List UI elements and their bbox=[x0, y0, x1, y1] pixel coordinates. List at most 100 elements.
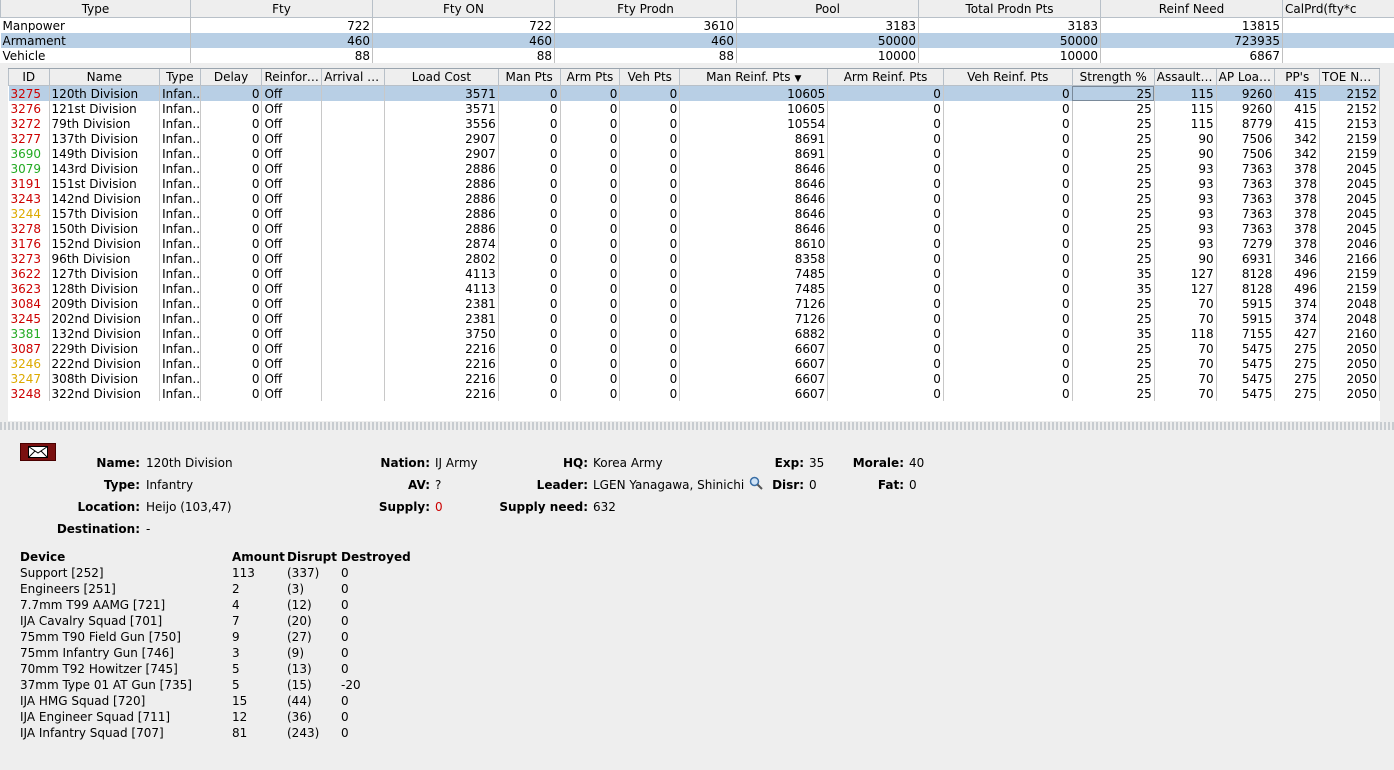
table-cell-veh: 0 bbox=[619, 326, 681, 341]
summary-col-fty[interactable]: Fty bbox=[190, 0, 373, 18]
split-pane-divider[interactable] bbox=[0, 422, 1394, 430]
table-cell-veh: 0 bbox=[619, 161, 681, 176]
units-col-header[interactable]: Assault V... bbox=[1153, 69, 1217, 86]
table-row[interactable]: 3245 202nd Division Infan... 0 Off 2381 0 0 0 712… bbox=[8, 311, 1380, 326]
table-cell-toe: 2152 bbox=[1319, 85, 1380, 101]
table-row[interactable]: 3084 209th Division Infan... 0 Off 2381 0 0 0 712… bbox=[8, 296, 1380, 311]
table-row[interactable]: 3276 121st Division Infan... 0 Off 3571 0 0 0 106… bbox=[8, 101, 1380, 116]
table-cell-load: 2907 bbox=[384, 146, 499, 161]
table-row[interactable]: 3275 120th Division Infan... 0 Off 3571 0 0 0 106… bbox=[8, 85, 1380, 101]
table-cell-name: 202nd Division bbox=[49, 311, 161, 326]
table-cell-str: 25 bbox=[1072, 371, 1155, 386]
table-cell-arm: 0 bbox=[560, 236, 621, 251]
table-cell-pp: 496 bbox=[1274, 281, 1321, 296]
table-row[interactable]: 3246 222nd Division Infan... 0 Off 2216 0 0 0 660… bbox=[8, 356, 1380, 371]
device-cell: 7 bbox=[232, 614, 240, 628]
table-row[interactable]: 3087 229th Division Infan... 0 Off 2216 0 0 0 660… bbox=[8, 341, 1380, 356]
table-cell-pp: 415 bbox=[1274, 85, 1321, 101]
table-cell-veh: 0 bbox=[619, 356, 681, 371]
vertical-scrollbar[interactable] bbox=[1380, 68, 1394, 420]
table-cell-delay: 0 bbox=[200, 326, 263, 341]
table-cell-reinf: Off bbox=[261, 206, 323, 221]
table-cell-reinf: Off bbox=[261, 326, 323, 341]
units-col-header[interactable]: TOE Num bbox=[1319, 69, 1380, 86]
summary-col-reinf-need[interactable]: Reinf Need bbox=[1100, 0, 1283, 18]
table-row[interactable]: 3248 322nd Division Infan... 0 Off 2216 0 0 0 660… bbox=[8, 386, 1380, 401]
summary-row[interactable]: Armament 460 460 460 50000 50000 723935 bbox=[0, 33, 1394, 48]
table-row[interactable]: 3176 152nd Division Infan... 0 Off 2874 0 0 0 861… bbox=[8, 236, 1380, 251]
table-row[interactable]: 3277 137th Division Infan... 0 Off 2907 0 0 0 869… bbox=[8, 131, 1380, 146]
list-item: IJA Engineer Squad [711] 12 (36) 0 bbox=[20, 709, 421, 725]
table-cell-reinf: Off bbox=[261, 311, 323, 326]
table-row[interactable]: 3273 96th Division Infan... 0 Off 2802 0 0 0 8358… bbox=[8, 251, 1380, 266]
table-row[interactable]: 3244 157th Division Infan... 0 Off 2886 0 0 0 864… bbox=[8, 206, 1380, 221]
table-row[interactable]: 3079 143rd Division Infan... 0 Off 2886 0 0 0 864… bbox=[8, 161, 1380, 176]
units-col-header[interactable]: Veh Pts bbox=[619, 69, 681, 86]
units-table-scroll[interactable]: ID Name Type Delay Reinforce Arrival Port Load… bbox=[8, 68, 1380, 421]
table-row[interactable]: 3278 150th Division Infan... 0 Off 2886 0 0 0 864… bbox=[8, 221, 1380, 236]
table-cell-man: 0 bbox=[498, 191, 561, 206]
summary-row[interactable]: Vehicle 88 88 88 10000 10000 6867 bbox=[0, 48, 1394, 63]
summary-col-pool[interactable]: Pool bbox=[736, 0, 919, 18]
table-cell-av: 127 bbox=[1154, 266, 1217, 281]
units-col-header[interactable]: Arrival Port bbox=[321, 69, 386, 86]
table-cell-man: 0 bbox=[498, 161, 561, 176]
units-col-header[interactable]: Strength % bbox=[1071, 69, 1155, 86]
summary-col-fty-prodn[interactable]: Fty Prodn bbox=[554, 0, 737, 18]
units-col-header[interactable]: Veh Reinf. Pts bbox=[942, 69, 1073, 86]
table-cell-load: 2381 bbox=[384, 296, 499, 311]
units-col-header[interactable]: Load Cost bbox=[384, 69, 499, 86]
device-cell: 0 bbox=[341, 582, 349, 596]
units-col-header[interactable]: Man Pts bbox=[497, 69, 561, 86]
table-cell-reinf: Off bbox=[261, 386, 323, 401]
units-col-header[interactable]: Name bbox=[48, 69, 161, 86]
units-col-header[interactable]: AP Load ... bbox=[1215, 69, 1276, 86]
table-row[interactable]: 3272 79th Division Infan... 0 Off 3556 0 0 0 1055… bbox=[8, 116, 1380, 131]
units-col-header[interactable]: ID bbox=[8, 69, 50, 86]
table-cell-load: 3556 bbox=[384, 116, 499, 131]
table-cell-man: 0 bbox=[498, 176, 561, 191]
table-cell-vr: 0 bbox=[943, 85, 1073, 101]
units-col-header[interactable]: PP's bbox=[1274, 69, 1321, 86]
units-col-header[interactable]: Arm Pts bbox=[559, 69, 621, 86]
device-cell: (20) bbox=[287, 614, 312, 628]
summary-row[interactable]: Manpower 722 722 3610 3183 3183 13815 bbox=[0, 17, 1394, 33]
table-cell-vr: 0 bbox=[943, 356, 1073, 371]
table-row[interactable]: 3381 132nd Division Infan... 0 Off 3750 0 0 0 688… bbox=[8, 326, 1380, 341]
table-row[interactable]: 3622 127th Division Infan... 0 Off 4113 0 0 0 748… bbox=[8, 266, 1380, 281]
table-cell-av: 90 bbox=[1154, 251, 1217, 266]
table-cell-reinf: Off bbox=[261, 176, 323, 191]
summary-col-type[interactable]: Type bbox=[0, 0, 191, 18]
table-cell-arm: 0 bbox=[560, 191, 621, 206]
leader-value[interactable]: LGEN Yanagawa, Shinichi bbox=[593, 478, 744, 492]
table-cell-vr: 0 bbox=[943, 221, 1073, 236]
summary-col-total-prodn[interactable]: Total Prodn Pts bbox=[918, 0, 1101, 18]
units-col-header[interactable]: Delay bbox=[199, 69, 263, 86]
column-label: ID bbox=[22, 70, 36, 84]
column-label: Assault V... bbox=[1156, 70, 1217, 84]
table-cell-toe: 2159 bbox=[1319, 146, 1380, 161]
destination-value: - bbox=[146, 522, 151, 536]
device-cell: 3 bbox=[232, 646, 240, 660]
device-cell: 37mm Type 01 AT Gun [735] bbox=[20, 678, 192, 692]
hq-value[interactable]: Korea Army bbox=[593, 456, 663, 470]
table-cell-port bbox=[321, 221, 386, 236]
table-row[interactable]: 3690 149th Division Infan... 0 Off 2907 0 0 0 869… bbox=[8, 146, 1380, 161]
units-col-header[interactable]: Reinforce bbox=[261, 69, 323, 86]
units-col-header[interactable]: Arm Reinf. Pts bbox=[827, 69, 944, 86]
table-row[interactable]: 3247 308th Division Infan... 0 Off 2216 0 0 0 660… bbox=[8, 371, 1380, 386]
table-row[interactable]: 3243 142nd Division Infan... 0 Off 2886 0 0 0 864… bbox=[8, 191, 1380, 206]
summary-col-calprd[interactable]: CalPrd(fty*c bbox=[1282, 0, 1394, 18]
table-cell-type: Infan... bbox=[159, 161, 201, 176]
table-cell-pp: 415 bbox=[1274, 116, 1321, 131]
table-row[interactable]: 3623 128th Division Infan... 0 Off 4113 0 0 0 748… bbox=[8, 281, 1380, 296]
units-col-header[interactable]: Type bbox=[159, 69, 201, 86]
summary-col-fty-on[interactable]: Fty ON bbox=[372, 0, 555, 18]
table-cell-mr: 7126 bbox=[679, 296, 829, 311]
table-row[interactable]: 3191 151st Division Infan... 0 Off 2886 0 0 0 864… bbox=[8, 176, 1380, 191]
table-cell-id: 3622 bbox=[8, 266, 50, 281]
table-cell-ap: 9260 bbox=[1216, 101, 1276, 116]
table-cell-type: Infan... bbox=[159, 251, 201, 266]
units-col-header[interactable]: Man Reinf. Pts ▼ bbox=[679, 69, 829, 86]
device-cell: (44) bbox=[287, 694, 312, 708]
